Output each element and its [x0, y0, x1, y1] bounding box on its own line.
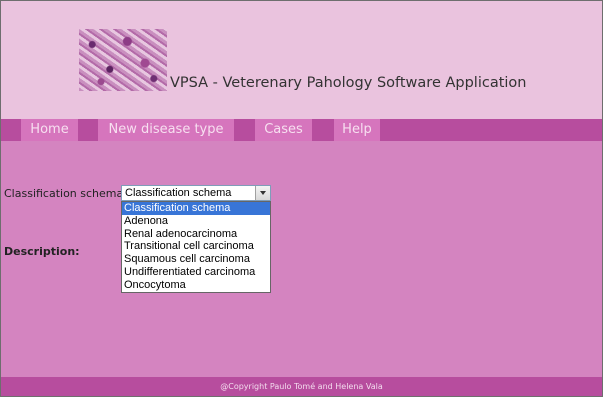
pathology-slide-logo — [79, 29, 167, 91]
app-title: VPSA - Veterenary Pahology Software Appl… — [170, 75, 527, 91]
nav-cases[interactable]: Cases — [255, 119, 312, 141]
description-label: Description: — [4, 245, 80, 258]
page-header: VPSA - Veterenary Pahology Software Appl… — [1, 1, 602, 119]
classification-schema-select[interactable]: Classification schema — [121, 185, 271, 201]
select-current-value: Classification schema — [125, 187, 232, 199]
classification-schema-label: Classification schema: — [4, 187, 127, 200]
option-undifferentiated-carcinoma[interactable]: Undifferentiated carcinoma — [122, 266, 270, 279]
page-footer: @Copyright Paulo Tomé and Helena Vala — [1, 377, 602, 396]
option-adenona[interactable]: Adenona — [122, 215, 270, 228]
option-classification-schema[interactable]: Classification schema — [122, 202, 270, 215]
chevron-down-icon[interactable] — [255, 186, 270, 200]
main-nav: Home New disease type Cases Help — [1, 119, 602, 141]
nav-home[interactable]: Home — [21, 119, 78, 141]
nav-new-disease-type[interactable]: New disease type — [98, 119, 234, 141]
classification-dropdown-list: Classification schema Adenona Renal aden… — [121, 201, 271, 293]
main-content: Classification schema: Classification sc… — [1, 141, 602, 377]
option-transitional-cell-carcinoma[interactable]: Transitional cell carcinoma — [122, 240, 270, 253]
option-squamous-cell-carcinoma[interactable]: Squamous cell carcinoma — [122, 253, 270, 266]
app-window: VPSA - Veterenary Pahology Software Appl… — [0, 0, 603, 397]
option-oncocytoma[interactable]: Oncocytoma — [122, 279, 270, 292]
option-renal-adenocarcinoma[interactable]: Renal adenocarcinoma — [122, 228, 270, 241]
nav-help[interactable]: Help — [334, 119, 380, 141]
